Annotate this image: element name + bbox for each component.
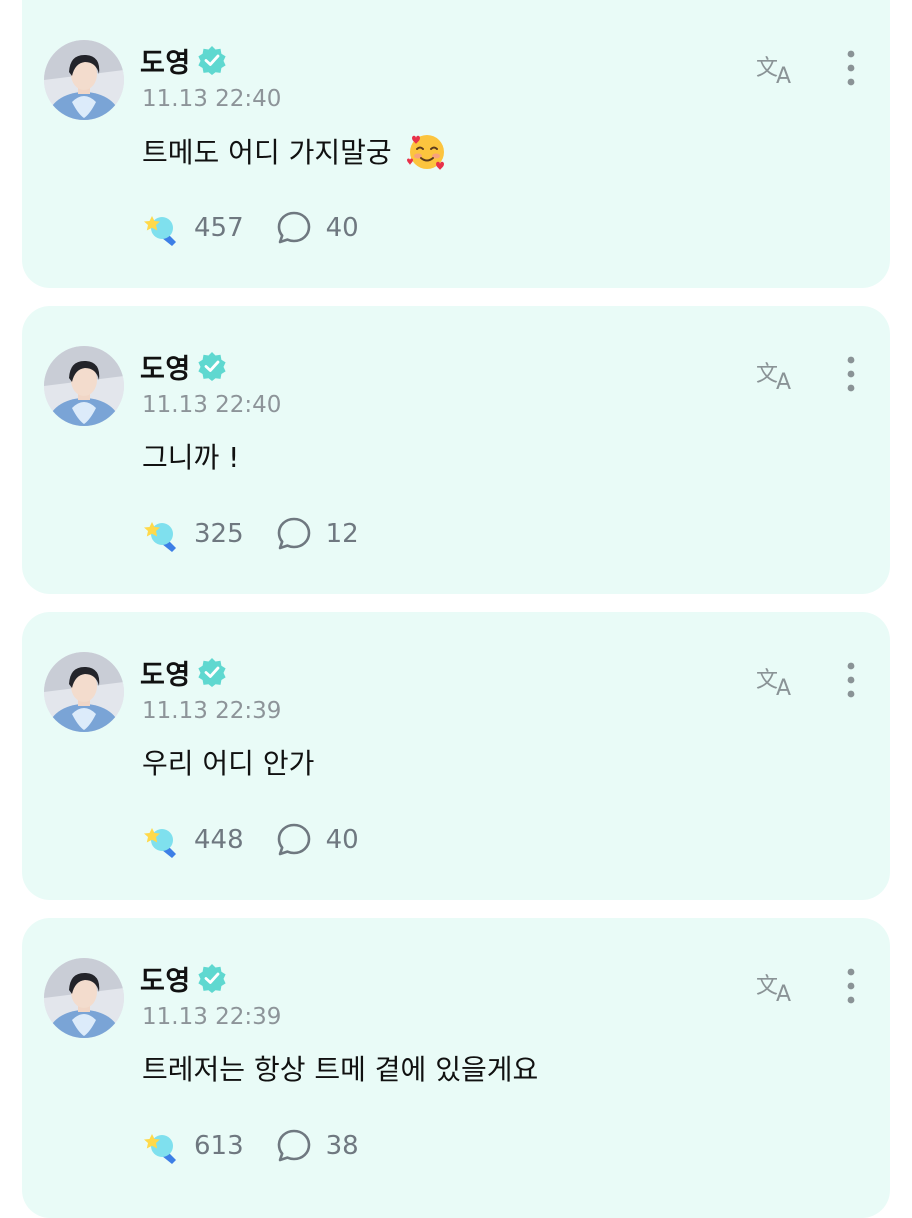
- verified-badge-icon: [197, 963, 227, 993]
- comment-bubble-icon: [274, 1126, 314, 1166]
- avatar[interactable]: [44, 652, 124, 732]
- lightstick-like-icon: [142, 514, 182, 554]
- like-count: 448: [194, 825, 244, 855]
- verified-badge-icon: [197, 45, 227, 75]
- comment-count: 40: [325, 213, 359, 243]
- like-button[interactable]: 448: [142, 820, 244, 860]
- svg-text:A: A: [776, 370, 791, 394]
- svg-text:文: 文: [756, 974, 778, 999]
- post-message: 트메도 어디 가지말궁: [142, 130, 448, 172]
- svg-text:文: 文: [756, 56, 778, 81]
- post-stats: 457 40: [142, 206, 359, 250]
- post-text: 그니까 !: [142, 441, 240, 474]
- more-options-icon[interactable]: [838, 48, 864, 88]
- like-count: 325: [194, 519, 244, 549]
- post-stats: 613 38: [142, 1124, 359, 1168]
- more-options-icon[interactable]: [838, 660, 864, 700]
- comment-button[interactable]: 40: [274, 820, 359, 860]
- comment-count: 38: [325, 1131, 359, 1161]
- post-timestamp: 11.13 22:39: [142, 698, 282, 724]
- verified-badge-icon: [197, 657, 227, 687]
- post-card[interactable]: 도영 11.13 22:39 트레저는 항상 트메 곁에 있을게요 文 A 61…: [22, 918, 890, 1218]
- svg-text:A: A: [776, 982, 791, 1006]
- like-count: 613: [194, 1131, 244, 1161]
- translate-icon[interactable]: 文 A: [754, 660, 802, 701]
- like-button[interactable]: 613: [142, 1126, 244, 1166]
- post-timestamp: 11.13 22:39: [142, 1004, 282, 1030]
- svg-text:A: A: [776, 676, 791, 700]
- post-stats: 325 12: [142, 512, 359, 556]
- comment-count: 12: [325, 519, 359, 549]
- post-timestamp: 11.13 22:40: [142, 86, 282, 112]
- comment-bubble-icon: [274, 208, 314, 248]
- translate-icon[interactable]: 文 A: [754, 354, 802, 395]
- avatar[interactable]: [44, 958, 124, 1038]
- comment-button[interactable]: 38: [274, 1126, 359, 1166]
- verified-badge-icon: [197, 351, 227, 381]
- comment-bubble-icon: [274, 514, 314, 554]
- post-message: 우리 어디 안가: [142, 742, 314, 782]
- svg-text:文: 文: [756, 668, 778, 693]
- translate-icon[interactable]: 文 A: [754, 48, 802, 89]
- avatar[interactable]: [44, 346, 124, 426]
- post-text: 트메도 어디 가지말궁: [142, 136, 392, 169]
- lightstick-like-icon: [142, 208, 182, 248]
- lightstick-like-icon: [142, 1126, 182, 1166]
- smiling-face-with-hearts-icon: [406, 130, 448, 172]
- post-message: 그니까 !: [142, 436, 239, 476]
- post-stats: 448 40: [142, 818, 359, 862]
- author-name[interactable]: 도영: [140, 41, 191, 80]
- comment-button[interactable]: 40: [274, 208, 359, 248]
- post-message: 트레저는 항상 트메 곁에 있을게요: [142, 1048, 538, 1088]
- author-name[interactable]: 도영: [140, 653, 191, 692]
- more-options-icon[interactable]: [838, 966, 864, 1006]
- post-card[interactable]: 도영 11.13 22:39 우리 어디 안가 文 A 448 40: [22, 612, 890, 900]
- post-feed: 도영 11.13 22:40 트메도 어디 가지말궁 文 A 457 40 도영…: [0, 0, 912, 1218]
- comment-bubble-icon: [274, 820, 314, 860]
- svg-text:文: 文: [756, 362, 778, 387]
- post-text: 우리 어디 안가: [142, 747, 315, 780]
- post-card[interactable]: 도영 11.13 22:40 트메도 어디 가지말궁 文 A 457 40: [22, 0, 890, 288]
- like-button[interactable]: 325: [142, 514, 244, 554]
- lightstick-like-icon: [142, 820, 182, 860]
- post-card[interactable]: 도영 11.13 22:40 그니까 ! 文 A 325 12: [22, 306, 890, 594]
- comment-count: 40: [325, 825, 359, 855]
- author-name[interactable]: 도영: [140, 959, 191, 998]
- more-options-icon[interactable]: [838, 354, 864, 394]
- translate-icon[interactable]: 文 A: [754, 966, 802, 1007]
- like-count: 457: [194, 213, 244, 243]
- avatar[interactable]: [44, 40, 124, 120]
- author-name[interactable]: 도영: [140, 347, 191, 386]
- comment-button[interactable]: 12: [274, 514, 359, 554]
- svg-text:A: A: [776, 64, 791, 88]
- post-timestamp: 11.13 22:40: [142, 392, 282, 418]
- post-text: 트레저는 항상 트메 곁에 있을게요: [142, 1053, 539, 1086]
- like-button[interactable]: 457: [142, 208, 244, 248]
